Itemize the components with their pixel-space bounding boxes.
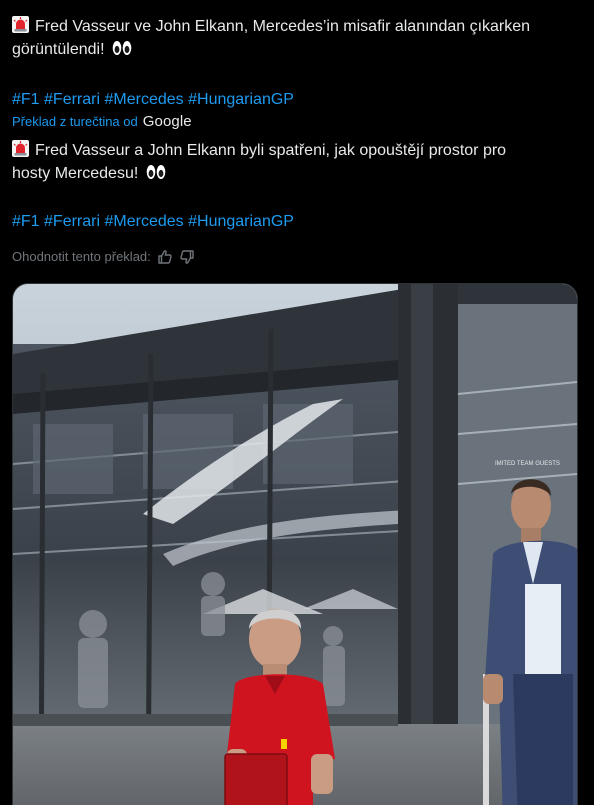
translated-text-line1: Fred Vasseur a John Elkann byli spatřeni… [35,142,507,159]
original-text-line2: görüntülendi! [12,41,105,58]
hashtag-link[interactable]: #Mercedes [105,213,184,230]
hashtag-link[interactable]: #HungarianGP [188,91,294,108]
thumbs-up-icon[interactable] [157,249,173,265]
siren-emoji-icon [12,140,29,157]
siren-emoji-icon [12,16,29,33]
translated-tweet-text: Fred Vasseur a John Elkann byli spatřeni… [12,139,578,185]
hashtag-link[interactable]: #Mercedes [105,91,184,108]
tweet-photo[interactable]: IMITED TEAM GUESTS [12,283,578,805]
translated-text-line2: hosty Mercedesu! [12,165,139,182]
translation-source-link[interactable]: Překlad z turečtina od [12,113,138,131]
hashtag-link[interactable]: #Ferrari [44,213,100,230]
hospitality-sign-text: IMITED TEAM GUESTS [495,461,560,467]
original-hashtags: #F1 #Ferrari #Mercedes #HungarianGP [12,88,294,111]
rate-translation-row: Ohodnotit tento překlad: [12,248,195,266]
eyes-emoji-icon [146,164,166,180]
eyes-emoji-icon [112,40,132,56]
original-tweet-text: Fred Vasseur ve John Elkann, Mercedes’in… [12,15,578,61]
translated-hashtags: #F1 #Ferrari #Mercedes #HungarianGP [12,210,294,233]
rate-translation-label: Ohodnotit tento překlad: [12,249,151,264]
google-logo: Google [142,113,192,130]
hashtag-link[interactable]: #F1 [12,213,40,230]
hashtag-link[interactable]: #F1 [12,91,40,108]
hashtag-link[interactable]: #Ferrari [44,91,100,108]
original-text-line1: Fred Vasseur ve John Elkann, Mercedes’in… [35,18,531,35]
thumbs-down-icon[interactable] [179,249,195,265]
hashtag-link[interactable]: #HungarianGP [188,213,294,230]
translation-attribution: Překlad z turečtina od Google [12,113,192,131]
paddock-photo-illustration: IMITED TEAM GUESTS [13,284,577,805]
